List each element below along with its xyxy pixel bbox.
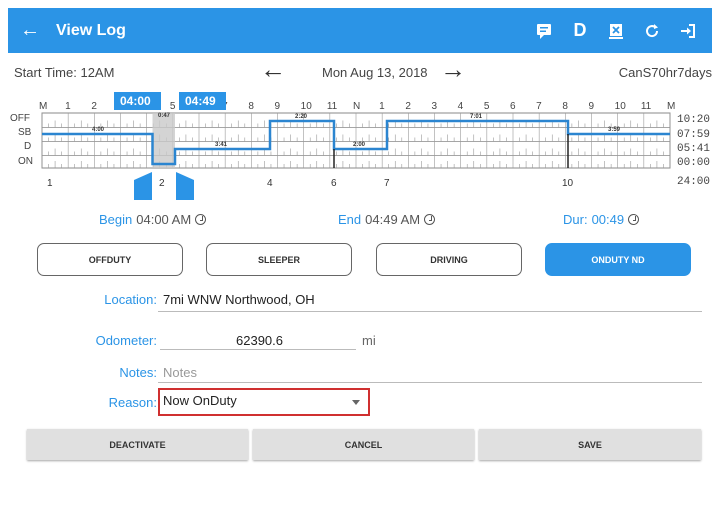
- selection-times: Begin 04:00 AM End 04:49 AM Dur: 00:49: [8, 210, 712, 232]
- event-number: 2: [159, 178, 165, 189]
- total-off: 10:20: [677, 114, 710, 126]
- dur-label: Dur:: [563, 212, 588, 227]
- row-label-sb: SB: [18, 127, 32, 138]
- location-underline: [158, 311, 702, 312]
- hour-label: 11: [641, 101, 652, 112]
- deactivate-button[interactable]: DEACTIVATE: [27, 429, 248, 460]
- event-number: 4: [267, 178, 273, 189]
- hour-label: 7: [536, 101, 542, 112]
- odometer-label: Odometer:: [95, 333, 157, 348]
- clock-icon: [195, 214, 207, 225]
- selection-highlight: [152, 113, 175, 168]
- total-on: 00:00: [677, 157, 710, 169]
- hour-label: 5: [484, 101, 490, 112]
- hour-label: 10: [301, 101, 313, 112]
- dur-value: 00:49: [591, 212, 625, 227]
- logout-icon[interactable]: [670, 13, 706, 49]
- segment-label: 2:20: [295, 114, 308, 120]
- clock-icon: [424, 214, 436, 225]
- log-date: Mon Aug 13, 2018: [322, 64, 428, 80]
- hour-label: 3: [432, 101, 438, 112]
- offduty-button[interactable]: OFFDUTY: [37, 243, 183, 276]
- hour-label: 2: [91, 101, 97, 112]
- close-file-icon[interactable]: [598, 13, 634, 49]
- event-number: 7: [384, 178, 390, 189]
- begin-label: Begin: [99, 212, 133, 227]
- hour-label: 4: [458, 101, 464, 112]
- dropdown-caret-icon[interactable]: [352, 400, 360, 405]
- hour-label: 9: [589, 101, 595, 112]
- begin-time[interactable]: Begin 04:00 AM: [99, 212, 207, 227]
- location-value: 7mi WNW Northwood, OH: [163, 292, 315, 307]
- hour-label: 8: [248, 101, 254, 112]
- d-icon[interactable]: D: [562, 13, 598, 49]
- clock-icon: [628, 214, 640, 225]
- message-icon[interactable]: [526, 13, 562, 49]
- onduty-nd-button[interactable]: ONDUTY ND: [545, 243, 691, 276]
- notes-input[interactable]: Notes: [163, 365, 197, 380]
- event-number: 10: [562, 178, 574, 189]
- hour-label: 1: [379, 101, 385, 112]
- page-title: View Log: [56, 21, 126, 39]
- hour-label: 9: [275, 101, 281, 112]
- hour-label: 10: [615, 101, 627, 112]
- hour-label: M: [39, 101, 47, 112]
- end-value: 04:49 AM: [365, 212, 421, 227]
- total-day: 24:00: [677, 176, 710, 188]
- start-time-label: Start Time: 12AM: [14, 64, 115, 80]
- previous-day-arrow-icon[interactable]: ←: [260, 54, 286, 85]
- selection-end-drag-handle[interactable]: [176, 172, 194, 200]
- total-d: 05:41: [677, 143, 710, 155]
- row-label-d: D: [24, 141, 31, 152]
- refresh-icon[interactable]: [634, 13, 670, 49]
- hour-label: 1: [65, 101, 71, 112]
- begin-value: 04:00 AM: [136, 212, 192, 227]
- end-label: End: [338, 212, 362, 227]
- next-day-arrow-icon[interactable]: →: [440, 54, 466, 85]
- hour-label: N: [353, 101, 360, 112]
- segment-label: 7:01: [470, 114, 483, 120]
- odometer-underline: [160, 349, 356, 350]
- hour-label: 2: [405, 101, 411, 112]
- date-navigation: Start Time: 12AM ← Mon Aug 13, 2018 → Ca…: [8, 54, 712, 88]
- sleeper-button[interactable]: SLEEPER: [206, 243, 352, 276]
- row-label-off: OFF: [10, 113, 30, 124]
- app-bar: ← View Log D: [8, 8, 712, 53]
- segment-label: 2:00: [353, 142, 366, 148]
- end-time[interactable]: End 04:49 AM: [338, 212, 436, 227]
- hour-label: 6: [510, 101, 516, 112]
- total-sb: 07:59: [677, 129, 710, 141]
- row-label-on: ON: [18, 156, 33, 167]
- segment-label: 0:47: [158, 113, 171, 119]
- odometer-unit: mi: [362, 333, 376, 348]
- segment-label: 3:59: [608, 127, 621, 133]
- duty-status-graph[interactable]: M1234567891011N1234567891011M OFF SB D O…: [8, 88, 712, 203]
- event-number: 6: [331, 178, 337, 189]
- hour-label: 5: [170, 101, 176, 112]
- hour-label: 8: [562, 101, 568, 112]
- duration-time[interactable]: Dur: 00:49: [563, 212, 640, 227]
- odometer-input[interactable]: 62390.6: [236, 333, 283, 348]
- notes-underline: [158, 382, 702, 383]
- selection-start-time: 04:00: [120, 94, 151, 108]
- reason-select[interactable]: Now OnDuty: [163, 393, 363, 408]
- cycle-rule-label: CanS70hr7days: [618, 64, 712, 80]
- back-arrow-icon[interactable]: ←: [8, 19, 52, 42]
- segment-label: 4:00: [92, 127, 105, 133]
- driving-button[interactable]: DRIVING: [376, 243, 522, 276]
- hour-label: M: [667, 101, 675, 112]
- reason-label: Reason:: [108, 395, 157, 410]
- selection-start-drag-handle[interactable]: [134, 172, 152, 200]
- notes-label: Notes:: [119, 365, 157, 380]
- selection-end-time: 04:49: [185, 94, 216, 108]
- cancel-button[interactable]: CANCEL: [253, 429, 474, 460]
- toolbar-actions: D: [526, 13, 706, 49]
- location-label: Location:: [104, 292, 157, 307]
- segment-label: 3:41: [215, 142, 228, 148]
- hour-label: 11: [327, 101, 338, 112]
- save-button[interactable]: SAVE: [479, 429, 701, 460]
- event-number: 1: [47, 178, 53, 189]
